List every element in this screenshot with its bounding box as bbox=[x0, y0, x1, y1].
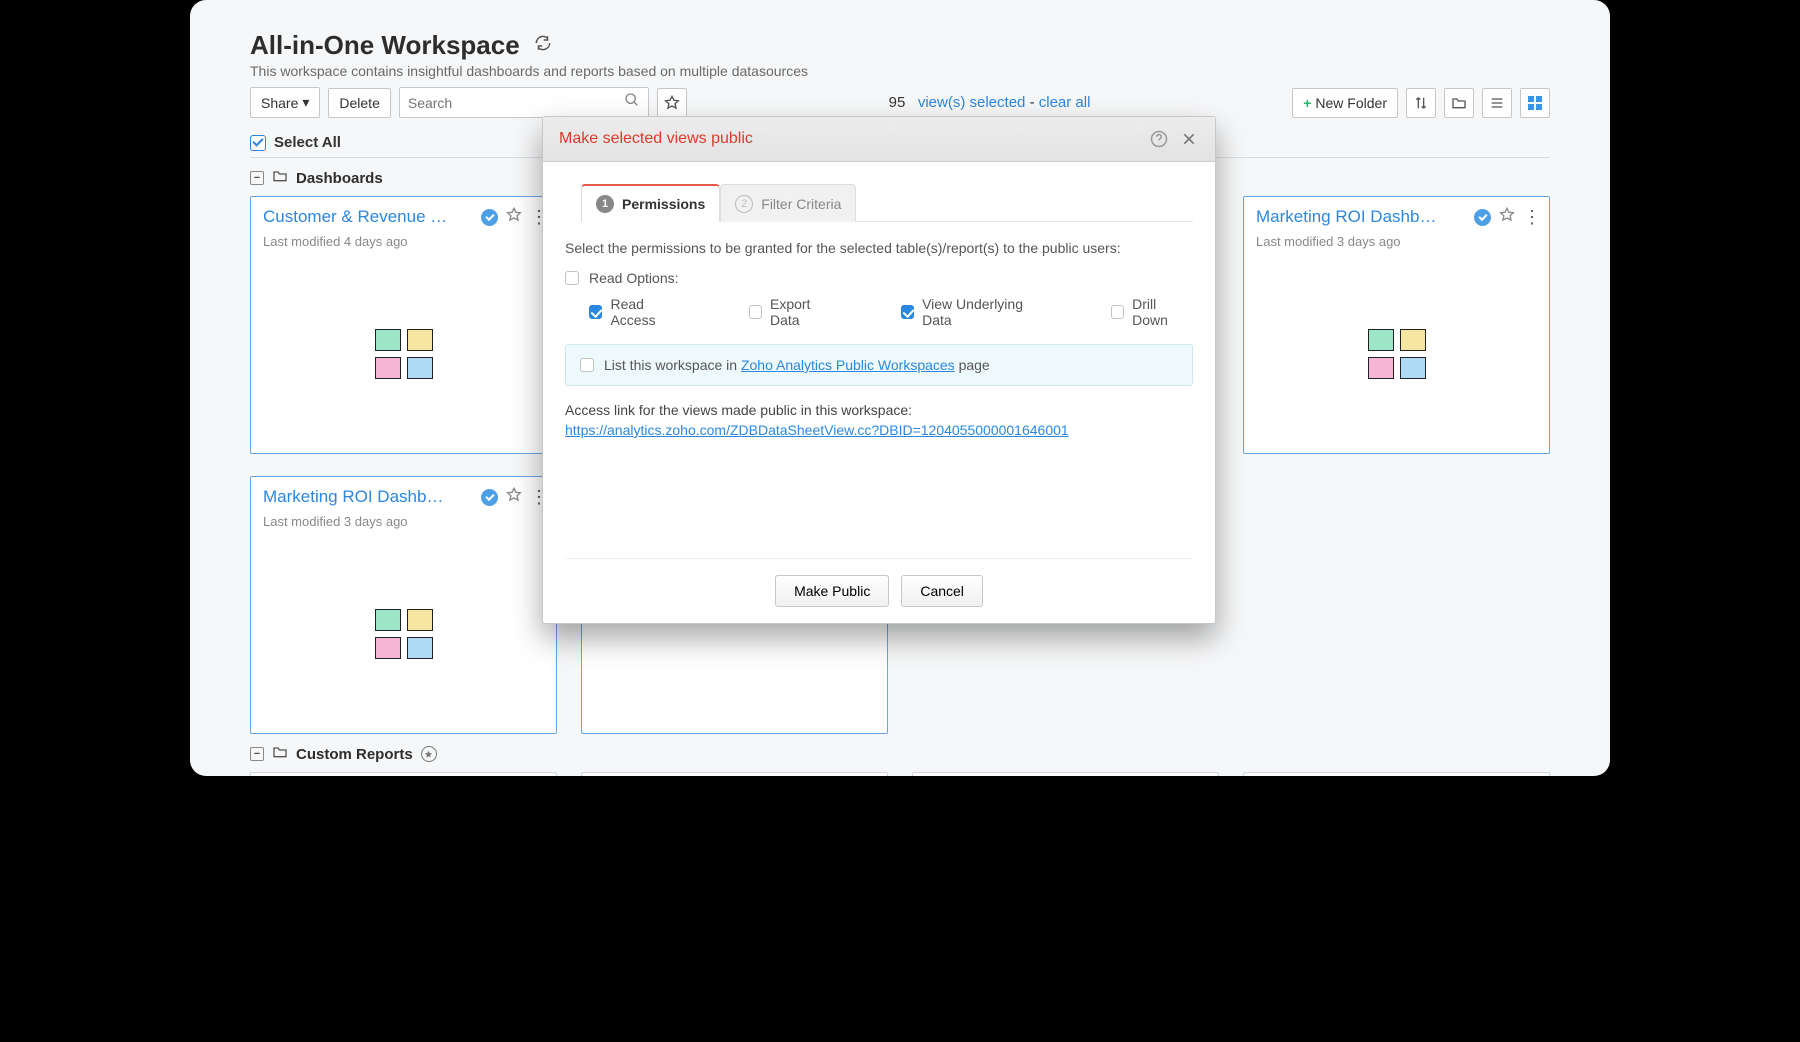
list-workspace-row: List this workspace in Zoho Analytics Pu… bbox=[565, 344, 1193, 386]
sep: - bbox=[1030, 94, 1039, 111]
underlying-data-checkbox[interactable] bbox=[901, 305, 914, 319]
card-thumbnail bbox=[251, 259, 556, 449]
views-selected-link[interactable]: view(s) selected bbox=[918, 94, 1026, 111]
folder-view-button[interactable] bbox=[1444, 88, 1474, 118]
list-workspace-suffix: page bbox=[955, 357, 990, 373]
report-card[interactable] bbox=[1243, 772, 1550, 776]
star-icon[interactable] bbox=[1499, 207, 1515, 228]
card-modified: Last modified 4 days ago bbox=[263, 234, 544, 249]
public-workspaces-link[interactable]: Zoho Analytics Public Workspaces bbox=[741, 357, 955, 373]
search-icon bbox=[624, 92, 640, 113]
folder-icon bbox=[272, 168, 288, 188]
selection-summary: 95 view(s) selected - clear all bbox=[695, 94, 1284, 111]
search-input[interactable] bbox=[408, 95, 624, 111]
star-badge-icon bbox=[421, 746, 437, 762]
export-data-label: Export Data bbox=[770, 296, 841, 328]
list-workspace-checkbox[interactable] bbox=[580, 358, 594, 372]
make-public-modal: Make selected views public 1Permissions … bbox=[542, 116, 1216, 624]
folder-custom-reports[interactable]: − Custom Reports bbox=[250, 734, 1550, 772]
dashboard-card[interactable]: Marketing ROI Dashboar... Last modified … bbox=[250, 476, 557, 734]
report-card[interactable] bbox=[581, 772, 888, 776]
read-options-checkbox[interactable] bbox=[565, 271, 579, 285]
list-workspace-prefix: List this workspace in bbox=[604, 357, 741, 373]
card-modified: Last modified 3 days ago bbox=[263, 514, 544, 529]
tab-filter-criteria[interactable]: 2 Filter Criteria bbox=[720, 184, 856, 222]
permissions-instruction: Select the permissions to be granted for… bbox=[565, 240, 1193, 256]
underlying-data-label: View Underlying Data bbox=[922, 296, 1051, 328]
select-all-checkbox[interactable] bbox=[250, 135, 266, 151]
favorite-filter-button[interactable] bbox=[657, 88, 687, 118]
list-view-button[interactable] bbox=[1482, 88, 1512, 118]
workspace-subtitle: This workspace contains insightful dashb… bbox=[250, 63, 1550, 79]
plus-icon: + bbox=[1303, 95, 1311, 111]
tab-number: 1 bbox=[596, 195, 614, 213]
read-access-checkbox[interactable] bbox=[589, 305, 602, 319]
check-badge-icon bbox=[1474, 209, 1491, 226]
share-button[interactable]: Share▾ bbox=[250, 87, 320, 118]
collapse-icon[interactable]: − bbox=[250, 171, 264, 185]
collapse-icon[interactable]: − bbox=[250, 747, 264, 761]
card-thumbnail bbox=[1244, 259, 1549, 449]
card-title[interactable]: Marketing ROI Dashboard bbox=[1256, 207, 1441, 227]
report-card[interactable] bbox=[912, 772, 1219, 776]
tab-label: Permissions bbox=[622, 196, 705, 212]
tab-permissions[interactable]: 1 Permissions bbox=[581, 184, 720, 222]
folder-name: Dashboards bbox=[296, 170, 383, 187]
cancel-button[interactable]: Cancel bbox=[901, 575, 983, 607]
grid-view-button[interactable] bbox=[1520, 88, 1550, 118]
card-modified: Last modified 3 days ago bbox=[1256, 234, 1537, 249]
clear-all-link[interactable]: clear all bbox=[1039, 94, 1091, 111]
read-options-label: Read Options: bbox=[589, 270, 679, 286]
check-badge-icon bbox=[481, 209, 498, 226]
new-folder-button[interactable]: +New Folder bbox=[1292, 88, 1398, 118]
report-card[interactable] bbox=[250, 772, 557, 776]
tab-label: Filter Criteria bbox=[761, 196, 841, 212]
card-title[interactable]: Customer & Revenue Da... bbox=[263, 207, 448, 227]
caret-down-icon: ▾ bbox=[302, 94, 309, 111]
modal-title: Make selected views public bbox=[559, 130, 1139, 148]
delete-button[interactable]: Delete bbox=[328, 88, 390, 118]
new-folder-label: New Folder bbox=[1315, 95, 1387, 111]
select-all-label: Select All bbox=[274, 134, 341, 151]
check-badge-icon bbox=[481, 489, 498, 506]
sort-button[interactable] bbox=[1406, 88, 1436, 118]
tab-number: 2 bbox=[735, 195, 753, 213]
workspace-title: All-in-One Workspace bbox=[250, 30, 520, 61]
drill-down-checkbox[interactable] bbox=[1111, 305, 1124, 319]
search-input-wrap[interactable] bbox=[399, 87, 649, 118]
dashboard-card[interactable]: Customer & Revenue Da... Last modified 4… bbox=[250, 196, 557, 454]
star-icon[interactable] bbox=[506, 207, 522, 228]
help-icon[interactable] bbox=[1149, 129, 1169, 149]
drill-down-label: Drill Down bbox=[1132, 296, 1193, 328]
card-title[interactable]: Marketing ROI Dashboar... bbox=[263, 487, 448, 507]
access-link-url[interactable]: https://analytics.zoho.com/ZDBDataSheetV… bbox=[565, 422, 1069, 438]
dashboard-card[interactable]: Marketing ROI Dashboard Last modified 3 … bbox=[1243, 196, 1550, 454]
close-icon[interactable] bbox=[1179, 129, 1199, 149]
kebab-icon[interactable]: ⋮ bbox=[1523, 213, 1541, 222]
make-public-button[interactable]: Make Public bbox=[775, 575, 889, 607]
folder-icon bbox=[272, 744, 288, 764]
access-link-label: Access link for the views made public in… bbox=[565, 402, 1193, 418]
folder-name: Custom Reports bbox=[296, 746, 413, 763]
export-data-checkbox[interactable] bbox=[749, 305, 762, 319]
selection-count: 95 bbox=[889, 94, 906, 111]
refresh-icon[interactable] bbox=[534, 34, 552, 57]
read-access-label: Read Access bbox=[610, 296, 688, 328]
card-thumbnail bbox=[251, 539, 556, 729]
star-icon[interactable] bbox=[506, 487, 522, 508]
share-label: Share bbox=[261, 95, 298, 111]
